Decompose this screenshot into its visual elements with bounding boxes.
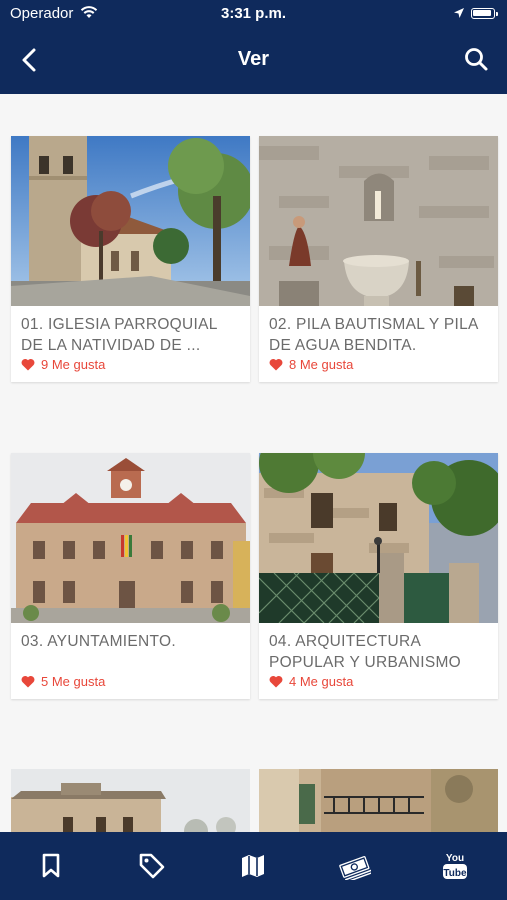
likes-count: 4 Me gusta xyxy=(269,674,353,689)
item-card[interactable] xyxy=(11,769,250,832)
likes-count: 5 Me gusta xyxy=(21,674,105,689)
battery-icon xyxy=(471,8,498,19)
youtube-icon: You Tube xyxy=(442,853,467,879)
item-photo xyxy=(11,136,250,306)
likes-label: 5 Me gusta xyxy=(41,674,106,689)
bottom-tab-bar: You Tube xyxy=(0,832,507,900)
clock: 3:31 p.m. xyxy=(220,5,287,22)
bookmark-icon xyxy=(42,853,59,878)
item-photo xyxy=(259,769,498,832)
item-title: 01. IGLESIA PARROQUIAL DE LA NATIVIDAD D… xyxy=(21,316,218,354)
tab-tags[interactable] xyxy=(101,832,202,900)
item-card[interactable] xyxy=(259,769,498,832)
heart-icon xyxy=(269,358,283,371)
item-photo xyxy=(259,453,498,623)
likes-label: 4 Me gusta xyxy=(289,674,354,689)
navigation-bar: Ver xyxy=(0,28,507,94)
item-card[interactable]: 01. IGLESIA PARROQUIAL DE LA NATIVIDAD D… xyxy=(11,136,250,382)
item-card[interactable]: 02. PILA BAUTISMAL Y PILA DE AGUA BENDIT… xyxy=(259,136,498,382)
heart-icon xyxy=(21,675,35,688)
status-bar: Operador 3:31 p.m. xyxy=(0,0,507,28)
likes-count: 8 Me gusta xyxy=(269,357,353,372)
item-photo xyxy=(11,453,250,623)
tab-money[interactable] xyxy=(303,832,404,900)
search-button[interactable] xyxy=(461,44,493,76)
item-card[interactable]: 03. AYUNTAMIENTO. 5 Me gusta xyxy=(11,453,250,699)
tag-icon xyxy=(139,853,164,879)
page-title: Ver xyxy=(237,48,270,70)
youtube-icon-text-top: You xyxy=(445,853,463,864)
item-photo xyxy=(11,769,250,832)
map-icon xyxy=(241,855,264,877)
item-title: 02. PILA BAUTISMAL Y PILA DE AGUA BENDIT… xyxy=(269,316,478,354)
tab-youtube[interactable]: You Tube xyxy=(404,832,505,900)
items-grid: 01. IGLESIA PARROQUIAL DE LA NATIVIDAD D… xyxy=(0,94,507,832)
tab-bookmarks[interactable] xyxy=(0,832,101,900)
likes-count: 9 Me gusta xyxy=(21,357,105,372)
heart-icon xyxy=(21,358,35,371)
likes-label: 9 Me gusta xyxy=(41,357,106,372)
search-icon xyxy=(465,48,488,71)
heart-icon xyxy=(269,675,283,688)
money-icon xyxy=(338,855,371,880)
location-arrow-icon xyxy=(453,6,465,23)
item-title: 03. AYUNTAMIENTO. xyxy=(21,633,176,650)
item-photo xyxy=(259,136,498,306)
item-card[interactable]: 04. ARQUITECTURA POPULAR Y URBANISMO 4 M… xyxy=(259,453,498,699)
likes-label: 8 Me gusta xyxy=(289,357,354,372)
item-title: 04. ARQUITECTURA POPULAR Y URBANISMO xyxy=(269,633,462,671)
tab-map[interactable] xyxy=(202,832,303,900)
youtube-icon-text-bottom: Tube xyxy=(443,868,467,879)
